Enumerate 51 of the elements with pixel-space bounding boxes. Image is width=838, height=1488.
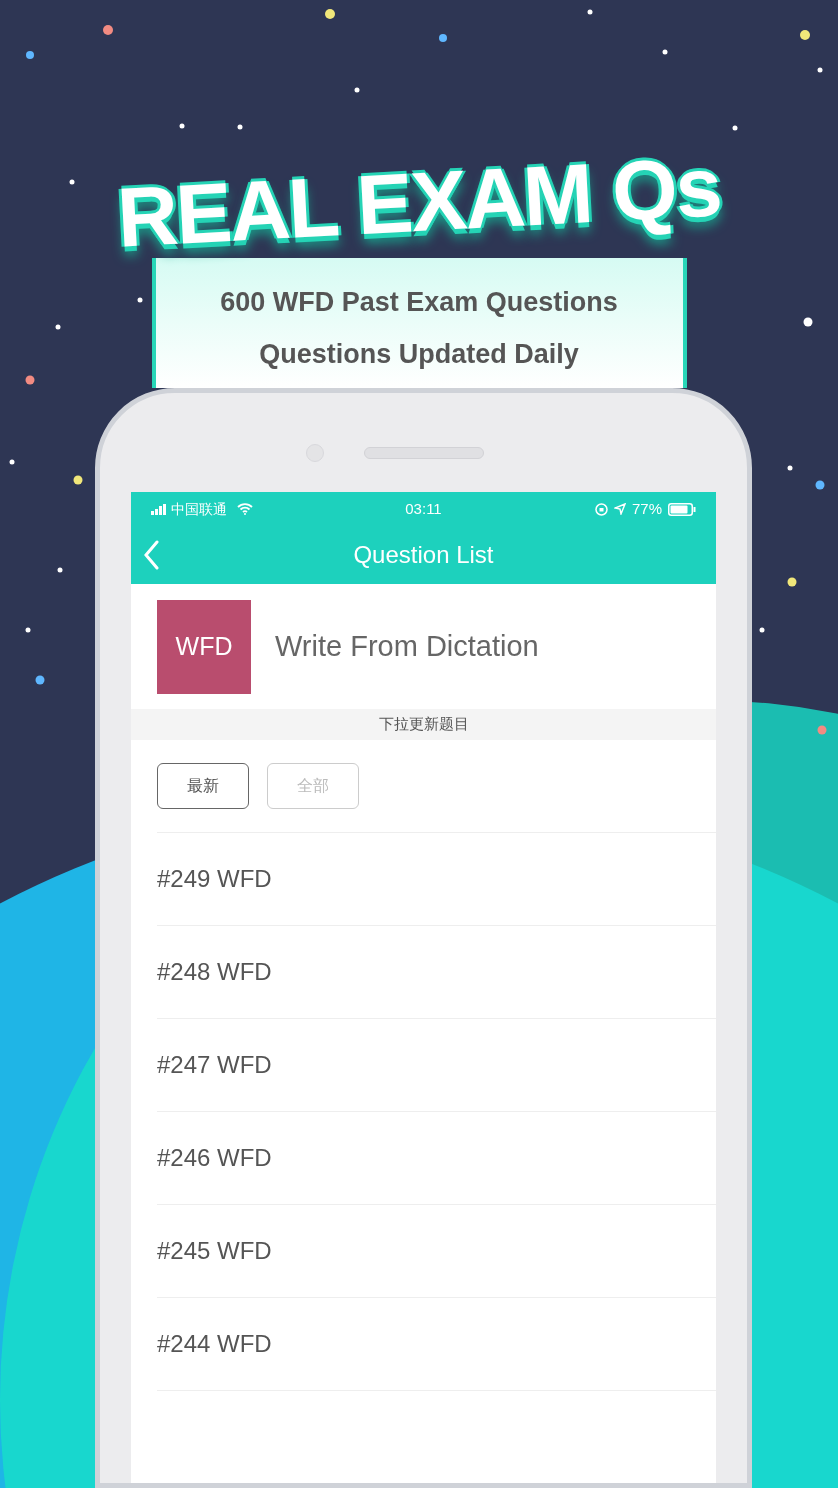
back-chevron-icon xyxy=(143,540,159,570)
question-row[interactable]: #248 WFD xyxy=(157,925,716,1018)
nav-title: Question List xyxy=(353,540,494,570)
star-dot xyxy=(179,123,185,129)
star-dot xyxy=(103,25,113,35)
time-text: 03:11 xyxy=(404,498,443,519)
pull-hint-bar: 下拉更新题目 xyxy=(131,709,716,740)
star-dot xyxy=(354,87,360,93)
wifi-icon xyxy=(237,503,253,515)
signal-icon xyxy=(151,503,167,515)
star-dot xyxy=(137,297,143,303)
star-dot xyxy=(26,51,34,59)
star-dot xyxy=(439,34,447,42)
filter-button[interactable]: 最新 xyxy=(157,763,249,809)
star-dot xyxy=(9,459,15,465)
star-dot xyxy=(800,30,810,40)
carrier-text: 中国联通 xyxy=(171,499,227,519)
question-row[interactable]: #245 WFD xyxy=(157,1204,716,1297)
battery-icon xyxy=(668,502,696,516)
star-dot xyxy=(57,567,63,573)
star-dot xyxy=(325,9,335,19)
category-title: Write From Dictation xyxy=(275,628,539,664)
star-dot xyxy=(25,627,31,633)
star-dot xyxy=(787,577,797,587)
star-dot xyxy=(73,475,83,485)
category-badge: WFD xyxy=(157,599,251,694)
question-row[interactable]: #247 WFD xyxy=(157,1018,716,1111)
star-dot xyxy=(817,725,827,735)
star-dot xyxy=(662,49,668,55)
star-dot xyxy=(69,179,75,185)
star-dot xyxy=(817,67,823,73)
subtitle-text: Questions Updated Daily xyxy=(259,338,579,371)
question-row[interactable]: #246 WFD xyxy=(157,1111,716,1204)
star-dot xyxy=(732,125,738,131)
lock-rotation-icon xyxy=(595,502,608,516)
star-dot xyxy=(815,480,825,490)
star-dot xyxy=(759,627,765,633)
battery-percent: 77% xyxy=(632,498,662,519)
star-dot xyxy=(55,324,61,330)
star-dot xyxy=(803,317,813,327)
speaker-icon xyxy=(363,446,484,459)
star-dot xyxy=(587,9,593,15)
question-row[interactable]: #244 WFD xyxy=(157,1297,716,1390)
star-dot xyxy=(787,465,793,471)
star-dot xyxy=(25,375,35,385)
star-dot xyxy=(35,675,45,685)
star-dot xyxy=(237,124,243,130)
location-icon xyxy=(614,503,626,515)
question-row[interactable]: #249 WFD xyxy=(157,832,716,925)
subtitle-text: 600 WFD Past Exam Questions xyxy=(220,285,618,319)
headline: REAL EXAM Qs xyxy=(115,144,723,260)
